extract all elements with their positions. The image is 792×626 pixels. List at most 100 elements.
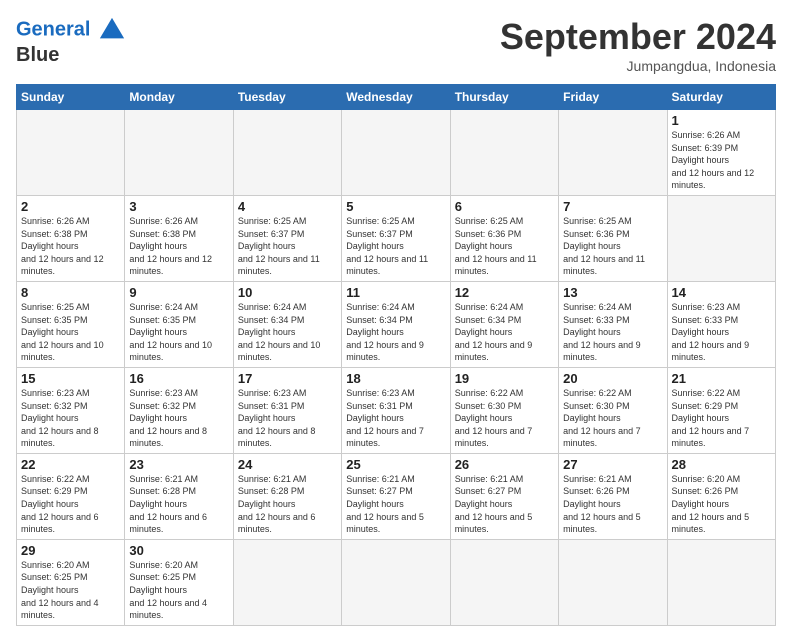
header: General Blue September 2024 Jumpangdua, … <box>16 16 776 74</box>
day-info: Sunrise: 6:23 AMSunset: 6:31 PMDaylight … <box>238 388 316 448</box>
calendar-cell: 16 Sunrise: 6:23 AMSunset: 6:32 PMDayligh… <box>125 367 233 453</box>
calendar-cell: 25Sunrise: 6:21 AMSunset: 6:27 PMDayligh… <box>342 453 450 539</box>
calendar-cell <box>450 539 558 625</box>
calendar-cell: 30 Sunrise: 6:20 AMSunset: 6:25 PMDayligh… <box>125 539 233 625</box>
day-number: 12 <box>455 285 554 300</box>
calendar-cell: 18 Sunrise: 6:23 AMSunset: 6:31 PMDayligh… <box>342 367 450 453</box>
calendar-cell: 29Sunrise: 6:20 AMSunset: 6:25 PMDayligh… <box>17 539 125 625</box>
logo: General Blue <box>16 16 126 66</box>
calendar-cell: 5 Sunrise: 6:25 AMSunset: 6:37 PMDaylight… <box>342 195 450 281</box>
calendar-cell: 28Sunrise: 6:20 AMSunset: 6:26 PMDayligh… <box>667 453 775 539</box>
day-info: Sunrise: 6:23 AMSunset: 6:31 PMDaylight … <box>346 388 424 448</box>
day-info: Sunrise: 6:21 AMSunset: 6:28 PMDaylight … <box>129 474 207 534</box>
day-info: Sunrise: 6:20 AMSunset: 6:25 PMDaylight … <box>129 560 207 620</box>
day-number: 23 <box>129 457 228 472</box>
day-header-friday: Friday <box>559 85 667 110</box>
calendar-cell: 26Sunrise: 6:21 AMSunset: 6:27 PMDayligh… <box>450 453 558 539</box>
logo-line1: General <box>16 18 90 40</box>
calendar-cell: 24 Sunrise: 6:21 AMSunset: 6:28 PMDayligh… <box>233 453 341 539</box>
calendar-cell: 15 Sunrise: 6:23 AMSunset: 6:32 PMDayligh… <box>17 367 125 453</box>
calendar-cell: 21 Sunrise: 6:22 AMSunset: 6:29 PMDayligh… <box>667 367 775 453</box>
calendar-cell: 14 Sunrise: 6:23 AMSunset: 6:33 PMDayligh… <box>667 281 775 367</box>
day-info: Sunrise: 6:24 AMSunset: 6:34 PMDaylight … <box>455 302 533 362</box>
day-header-thursday: Thursday <box>450 85 558 110</box>
calendar-cell: 19Sunrise: 6:22 AMSunset: 6:30 PMDayligh… <box>450 367 558 453</box>
day-info: Sunrise: 6:23 AMSunset: 6:33 PMDaylight … <box>672 302 750 362</box>
day-number: 18 <box>346 371 445 386</box>
day-number: 21 <box>672 371 771 386</box>
day-info: Sunrise: 6:24 AMSunset: 6:33 PMDaylight … <box>563 302 641 362</box>
title-section: September 2024 Jumpangdua, Indonesia <box>500 16 776 74</box>
day-info: Sunrise: 6:24 AMSunset: 6:35 PMDaylight … <box>129 302 212 362</box>
day-number: 13 <box>563 285 662 300</box>
calendar-cell <box>450 110 558 196</box>
calendar-cell: 9 Sunrise: 6:24 AMSunset: 6:35 PMDaylight… <box>125 281 233 367</box>
day-info: Sunrise: 6:22 AMSunset: 6:30 PMDaylight … <box>563 388 641 448</box>
calendar-container: General Blue September 2024 Jumpangdua, … <box>0 0 792 612</box>
calendar-cell: 11Sunrise: 6:24 AMSunset: 6:34 PMDayligh… <box>342 281 450 367</box>
day-info: Sunrise: 6:21 AMSunset: 6:26 PMDaylight … <box>563 474 641 534</box>
day-number: 5 <box>346 199 445 214</box>
day-info: Sunrise: 6:26 AMSunset: 6:38 PMDaylight … <box>21 216 104 276</box>
day-info: Sunrise: 6:22 AMSunset: 6:29 PMDaylight … <box>672 388 750 448</box>
calendar-cell <box>233 110 341 196</box>
calendar-cell: 12 Sunrise: 6:24 AMSunset: 6:34 PMDayligh… <box>450 281 558 367</box>
day-number: 3 <box>129 199 228 214</box>
calendar-cell <box>233 539 341 625</box>
day-number: 28 <box>672 457 771 472</box>
day-info: Sunrise: 6:23 AMSunset: 6:32 PMDaylight … <box>21 388 99 448</box>
day-info: Sunrise: 6:25 AMSunset: 6:37 PMDaylight … <box>346 216 428 276</box>
day-info: Sunrise: 6:22 AMSunset: 6:30 PMDaylight … <box>455 388 533 448</box>
month-title: September 2024 <box>500 16 776 58</box>
day-number: 6 <box>455 199 554 214</box>
calendar-cell: 17Sunrise: 6:23 AMSunset: 6:31 PMDayligh… <box>233 367 341 453</box>
day-number: 30 <box>129 543 228 558</box>
calendar-cell <box>342 110 450 196</box>
day-info: Sunrise: 6:23 AMSunset: 6:32 PMDaylight … <box>129 388 207 448</box>
day-number: 25 <box>346 457 445 472</box>
day-info: Sunrise: 6:20 AMSunset: 6:25 PMDaylight … <box>21 560 99 620</box>
calendar-cell: 3Sunrise: 6:26 AMSunset: 6:38 PMDaylight… <box>125 195 233 281</box>
calendar-cell: 27 Sunrise: 6:21 AMSunset: 6:26 PMDayligh… <box>559 453 667 539</box>
calendar-cell: 8 Sunrise: 6:25 AMSunset: 6:35 PMDaylight… <box>17 281 125 367</box>
day-header-sunday: Sunday <box>17 85 125 110</box>
day-number: 24 <box>238 457 337 472</box>
day-info: Sunrise: 6:26 AMSunset: 6:39 PMDaylight … <box>672 130 755 190</box>
day-number: 20 <box>563 371 662 386</box>
calendar-cell: 1 Sunrise: 6:26 AMSunset: 6:39 PMDaylight… <box>667 110 775 196</box>
calendar-cell: 2Sunrise: 6:26 AMSunset: 6:38 PMDaylight… <box>17 195 125 281</box>
calendar-cell: 10Sunrise: 6:24 AMSunset: 6:34 PMDayligh… <box>233 281 341 367</box>
day-info: Sunrise: 6:25 AMSunset: 6:35 PMDaylight … <box>21 302 104 362</box>
calendar-cell: 6 Sunrise: 6:25 AMSunset: 6:36 PMDaylight… <box>450 195 558 281</box>
day-number: 22 <box>21 457 120 472</box>
day-info: Sunrise: 6:24 AMSunset: 6:34 PMDaylight … <box>238 302 321 362</box>
location: Jumpangdua, Indonesia <box>500 58 776 74</box>
calendar-cell <box>559 539 667 625</box>
calendar-cell: 13 Sunrise: 6:24 AMSunset: 6:33 PMDayligh… <box>559 281 667 367</box>
logo-line2: Blue <box>16 44 126 66</box>
day-number: 16 <box>129 371 228 386</box>
day-info: Sunrise: 6:25 AMSunset: 6:36 PMDaylight … <box>455 216 537 276</box>
day-header-monday: Monday <box>125 85 233 110</box>
day-info: Sunrise: 6:25 AMSunset: 6:37 PMDaylight … <box>238 216 320 276</box>
day-number: 7 <box>563 199 662 214</box>
calendar-cell <box>342 539 450 625</box>
day-number: 1 <box>672 113 771 128</box>
day-header-wednesday: Wednesday <box>342 85 450 110</box>
day-info: Sunrise: 6:22 AMSunset: 6:29 PMDaylight … <box>21 474 99 534</box>
calendar-table: SundayMondayTuesdayWednesdayThursdayFrid… <box>16 84 776 626</box>
day-info: Sunrise: 6:24 AMSunset: 6:34 PMDaylight … <box>346 302 424 362</box>
day-number: 26 <box>455 457 554 472</box>
calendar-cell: 23 Sunrise: 6:21 AMSunset: 6:28 PMDayligh… <box>125 453 233 539</box>
day-number: 4 <box>238 199 337 214</box>
day-number: 8 <box>21 285 120 300</box>
day-number: 14 <box>672 285 771 300</box>
calendar-cell: 7Sunrise: 6:25 AMSunset: 6:36 PMDaylight… <box>559 195 667 281</box>
day-header-tuesday: Tuesday <box>233 85 341 110</box>
day-number: 15 <box>21 371 120 386</box>
day-number: 27 <box>563 457 662 472</box>
calendar-cell: 22 Sunrise: 6:22 AMSunset: 6:29 PMDayligh… <box>17 453 125 539</box>
day-header-saturday: Saturday <box>667 85 775 110</box>
day-info: Sunrise: 6:21 AMSunset: 6:28 PMDaylight … <box>238 474 316 534</box>
day-number: 9 <box>129 285 228 300</box>
